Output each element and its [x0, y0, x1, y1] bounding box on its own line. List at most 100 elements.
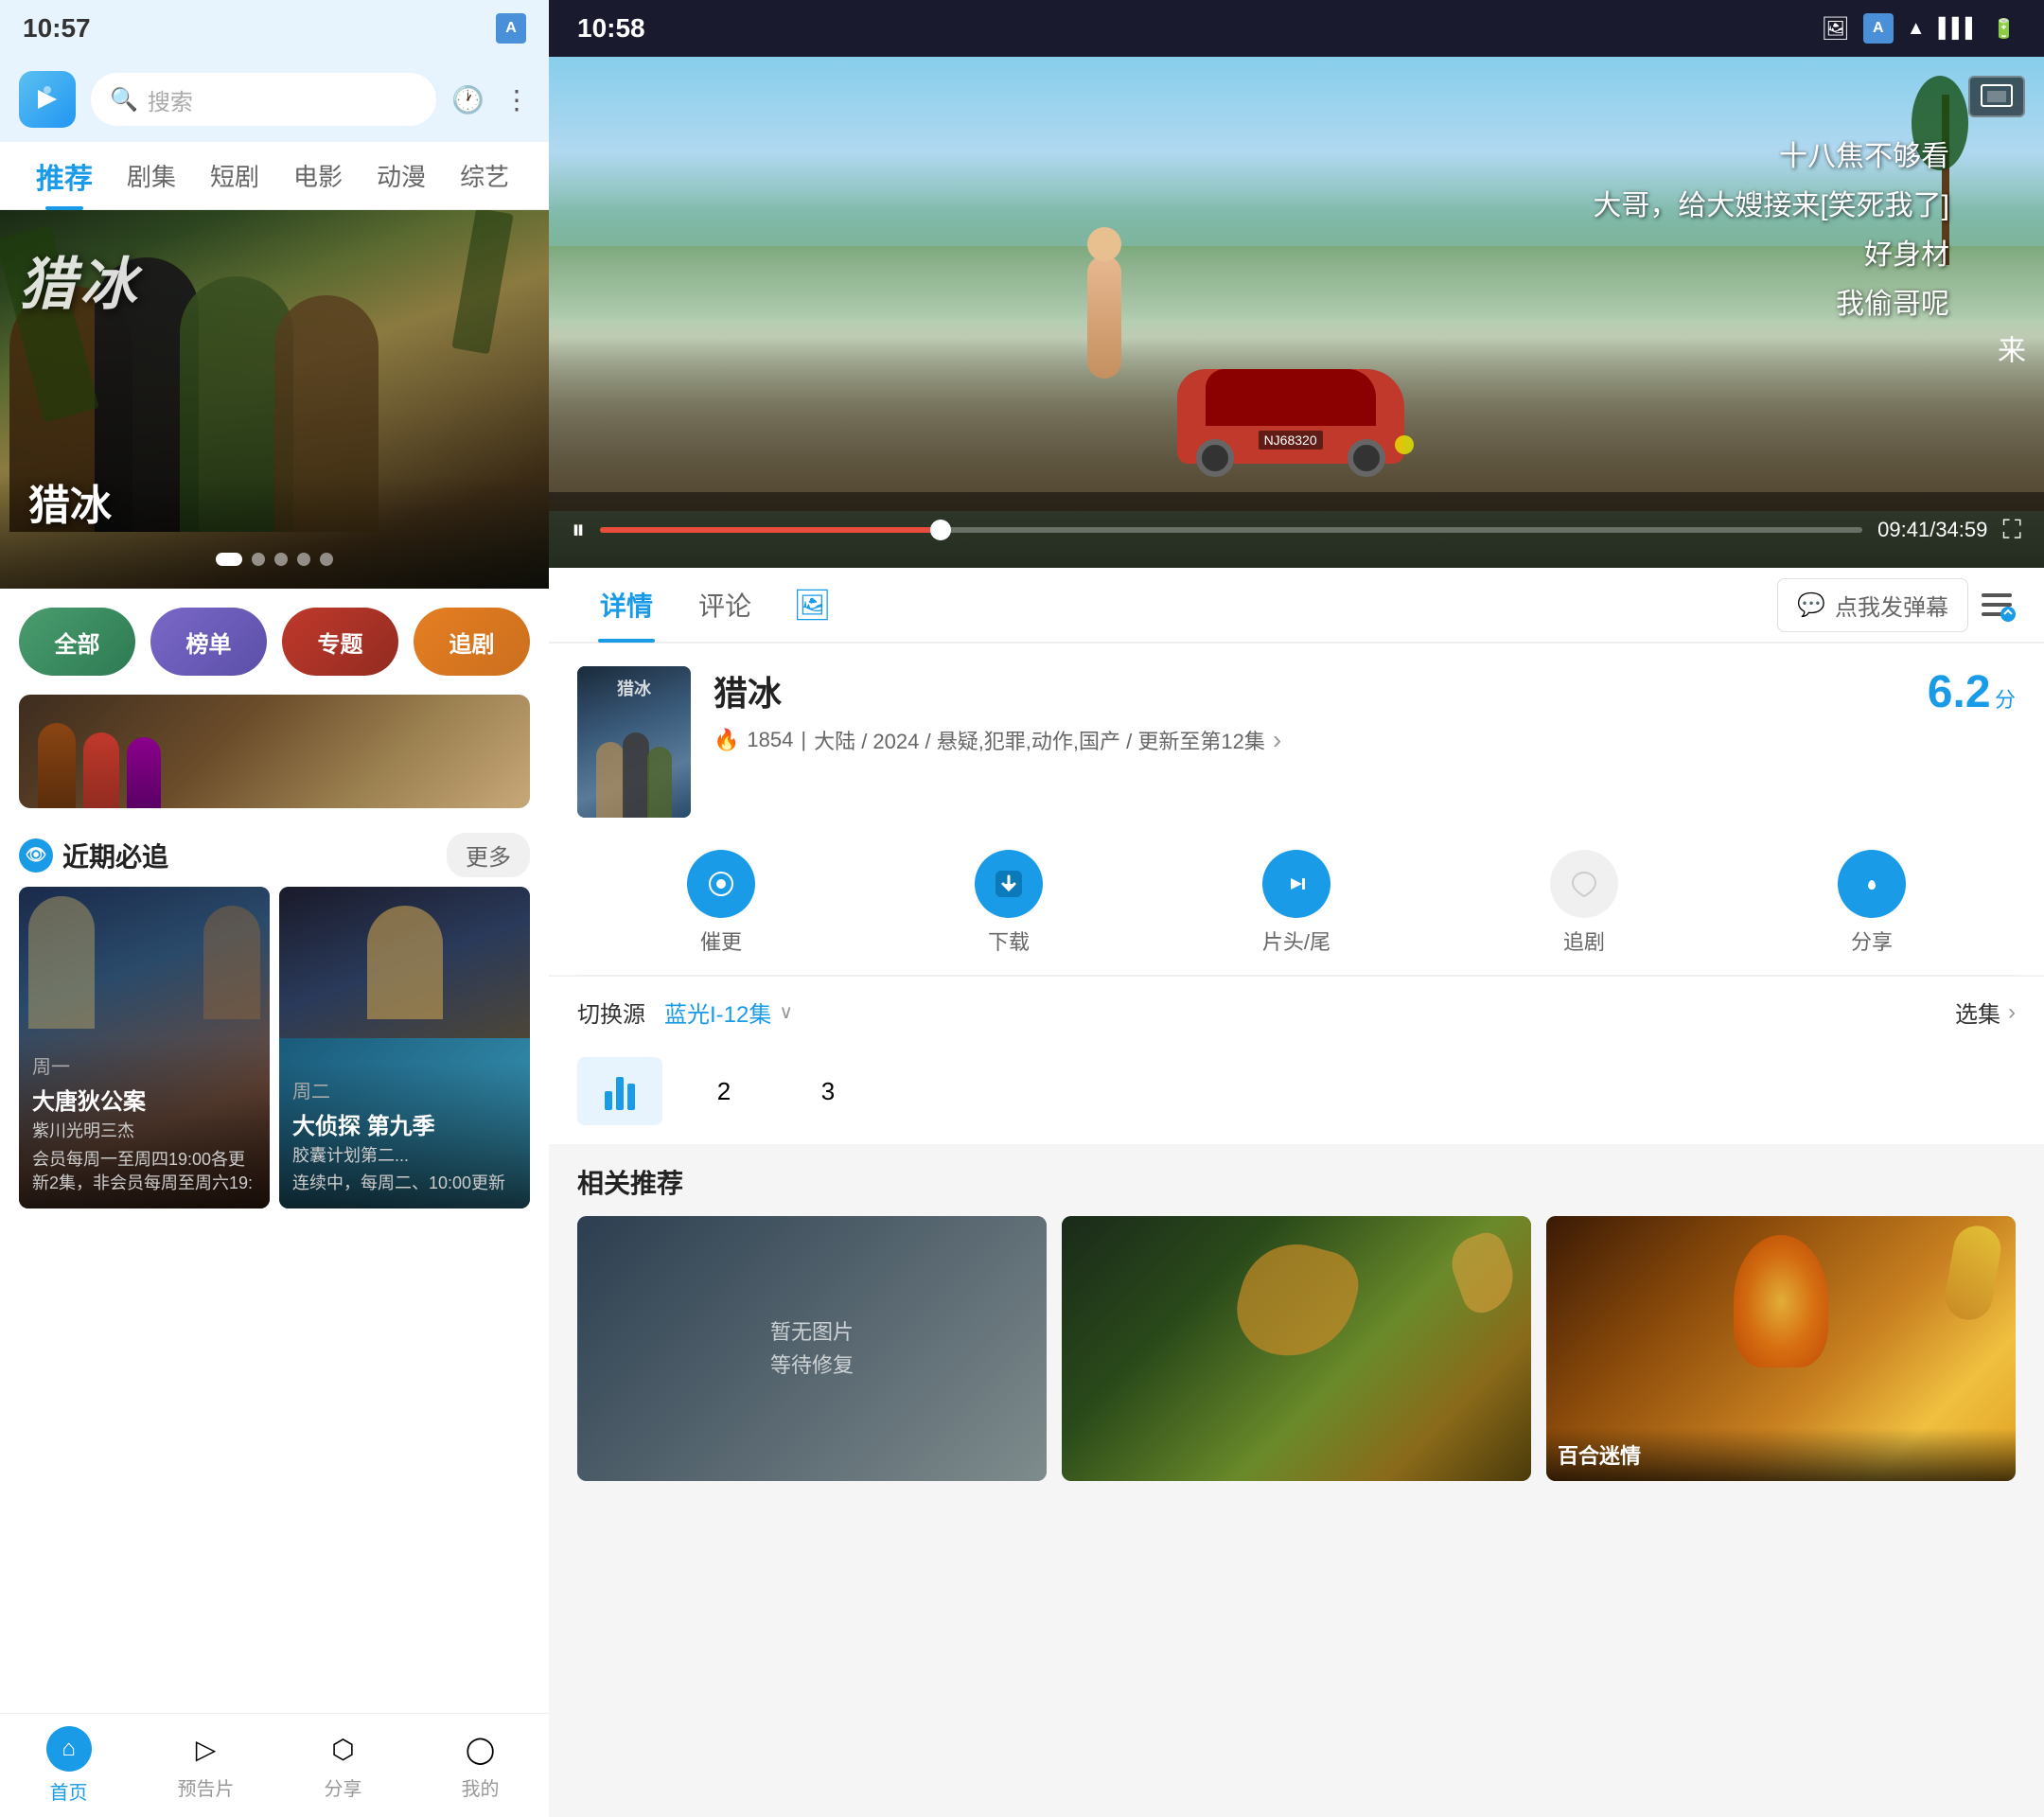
- tab-detail[interactable]: 详情: [577, 567, 676, 643]
- related-card-3[interactable]: 百合迷情: [1546, 1216, 2016, 1481]
- wheel-right: [1348, 439, 1385, 477]
- share-icon: ⬡: [325, 1730, 362, 1768]
- status-time-right: 10:58: [577, 13, 645, 44]
- related-card-2[interactable]: [1062, 1216, 1531, 1481]
- bar3: [627, 1084, 635, 1110]
- content-card-2[interactable]: 外星人电解 周二 大侦探 第九季 胶囊计划第二... 连续中，每周二、10:00…: [279, 887, 530, 1208]
- show-meta: 猎冰 🔥 1854 | 大陆 / 2024 / 悬疑,犯罪,动作,国产 / 更新…: [714, 666, 2016, 761]
- more-icon[interactable]: ⋮: [503, 84, 530, 115]
- tab-variety[interactable]: 综艺: [443, 142, 526, 210]
- card-2-overlay: 周二 大侦探 第九季 胶囊计划第二... 连续中，每周二、10:00更新: [279, 1063, 530, 1208]
- ep-2-btn[interactable]: 2: [681, 1057, 766, 1125]
- dot-5[interactable]: [320, 553, 333, 566]
- player-controls: ⏸ 09:41/34:59 ⛶: [549, 492, 2044, 568]
- video-thumbnail-icon[interactable]: 🖼: [793, 587, 832, 623]
- list-icon-btn[interactable]: [1978, 586, 2016, 624]
- card-1-desc: 会员每周一至周四19:00各更新2集，非会员每周至周六19:: [32, 1148, 256, 1195]
- card-2-title: 大侦探 第九季: [292, 1107, 517, 1140]
- fullscreen-btn[interactable]: ⛶: [2002, 515, 2021, 546]
- action-buttons: 催更 下载 片头/尾: [549, 840, 2044, 975]
- related-card-3-name: 百合迷情: [1558, 1439, 2004, 1470]
- no-image-text: 暂无图片等待修复: [770, 1315, 854, 1382]
- hero-title-large: 猎冰: [19, 238, 140, 321]
- car-light: [1395, 435, 1414, 454]
- hero-bg: 猎冰: [0, 210, 549, 589]
- tab-comment[interactable]: 评论: [676, 567, 774, 643]
- action-urge[interactable]: 催更: [687, 850, 755, 956]
- cat-btn-all[interactable]: 全部: [19, 608, 135, 676]
- source-row: 切换源 蓝光I-12集 ∨ 选集 ›: [549, 976, 2044, 1048]
- dot-4[interactable]: [297, 553, 310, 566]
- related-card-1[interactable]: 暂无图片等待修复: [577, 1216, 1047, 1481]
- card-1-figure2: [203, 906, 260, 1019]
- category-row: 全部 榜单 专题 追剧: [0, 589, 549, 685]
- nav-share[interactable]: ⬡ 分享: [274, 1730, 412, 1801]
- action-download[interactable]: 下载: [975, 850, 1043, 956]
- danmu-icon: 💬: [1797, 591, 1825, 619]
- app-badge-left: A: [496, 13, 526, 44]
- history-icon[interactable]: 🕐: [451, 84, 485, 115]
- app-logo[interactable]: [19, 71, 76, 128]
- danmu-button[interactable]: 💬 点我发弹幕: [1777, 578, 1968, 632]
- expand-arrow[interactable]: ›: [1273, 725, 1281, 755]
- mine-icon: ◯: [462, 1730, 500, 1768]
- cat-btn-rank[interactable]: 榜单: [150, 608, 267, 676]
- ep-3-btn[interactable]: 3: [785, 1057, 871, 1125]
- figure-head: [1087, 227, 1121, 261]
- poster-title-small: 猎冰: [617, 676, 651, 700]
- action-share[interactable]: 分享: [1838, 850, 1906, 956]
- card-1-overlay: 周一 大唐狄公案 紫川光明三杰 会员每周一至周四19:00各更新2集，非会员每周…: [19, 1038, 270, 1208]
- hero-banner[interactable]: 猎冰 猎冰: [0, 210, 549, 589]
- poster-gradient: 猎冰: [577, 666, 691, 818]
- more-button[interactable]: 更多: [447, 833, 530, 877]
- fire-effect: [1734, 1235, 1828, 1367]
- tab-short-drama[interactable]: 短剧: [193, 142, 276, 210]
- progress-track[interactable]: [600, 527, 1862, 533]
- dot-2[interactable]: [252, 553, 265, 566]
- content-card-1[interactable]: 周一 大唐狄公案 紫川光明三杰 会员每周一至周四19:00各更新2集，非会员每周…: [19, 887, 270, 1208]
- section-icon: 👁: [19, 838, 53, 873]
- related-cards: 暂无图片等待修复 百合迷情: [577, 1216, 2016, 1481]
- action-skip[interactable]: 片头/尾: [1262, 850, 1330, 956]
- tab-series[interactable]: 剧集: [110, 142, 193, 210]
- card-1-subtitle: 紫川光明三杰: [32, 1120, 256, 1143]
- dot-3[interactable]: [274, 553, 288, 566]
- photo-icon: 🖼: [1821, 15, 1849, 43]
- tab-anime[interactable]: 动漫: [360, 142, 443, 210]
- cat-btn-follow[interactable]: 追剧: [414, 608, 530, 676]
- status-icons-left: A: [496, 13, 526, 44]
- nav-home[interactable]: ⌂ 首页: [0, 1726, 137, 1805]
- play-pause-btn[interactable]: ⏸: [572, 515, 585, 546]
- search-bar[interactable]: 🔍 搜索: [91, 73, 436, 126]
- video-player[interactable]: NJ68320 十八焦不够看 大哥，给大嫂接来[笑死我了] 好身材 我偷哥呢 来: [549, 57, 2044, 568]
- secondary-banner[interactable]: [19, 695, 530, 808]
- ep-chart-btn[interactable]: [577, 1057, 662, 1125]
- episode-select[interactable]: 选集 ›: [1955, 996, 2016, 1029]
- status-icons-right: 🖼 A ▲ ▌▌▌ 🔋: [1821, 13, 2016, 44]
- tv-cast-icon[interactable]: [1968, 76, 2025, 117]
- source-selector[interactable]: 蓝光I-12集 ∨: [664, 996, 793, 1029]
- signal-icon: ▌▌▌: [1939, 18, 1980, 40]
- poster-fig2: [623, 732, 649, 818]
- bottom-nav: ⌂ 首页 ▷ 预告片 ⬡ 分享 ◯ 我的: [0, 1713, 549, 1817]
- hero-dots: [216, 553, 333, 566]
- card-1-day: 周一: [32, 1051, 256, 1079]
- license-plate: NJ68320: [1259, 431, 1323, 450]
- related-card-3-overlay: 百合迷情: [1546, 1428, 2016, 1481]
- poster-fig1: [596, 742, 625, 818]
- card-1-title: 大唐狄公案: [32, 1083, 256, 1116]
- nav-mine[interactable]: ◯ 我的: [412, 1730, 549, 1801]
- tab-recommend[interactable]: 推荐: [19, 142, 110, 210]
- section-header: 👁 近期必追 更多: [0, 818, 549, 887]
- action-follow[interactable]: 追剧: [1550, 850, 1618, 956]
- banner-figures: [38, 723, 161, 808]
- wheel-left: [1196, 439, 1234, 477]
- show-info: 猎冰 猎冰 🔥 1854 | 大陆 / 2024 / 悬疑,犯罪,动作,国产 /…: [549, 644, 2044, 840]
- download-icon: [975, 850, 1043, 918]
- dot-1[interactable]: [216, 553, 242, 566]
- cat-btn-topic[interactable]: 专题: [282, 608, 398, 676]
- nav-trailer[interactable]: ▷ 预告片: [137, 1730, 274, 1801]
- source-dropdown-arrow: ∨: [779, 1000, 793, 1024]
- tab-movie[interactable]: 电影: [276, 142, 360, 210]
- detail-tabs: 详情 评论 🖼 💬 点我发弹幕: [549, 568, 2044, 644]
